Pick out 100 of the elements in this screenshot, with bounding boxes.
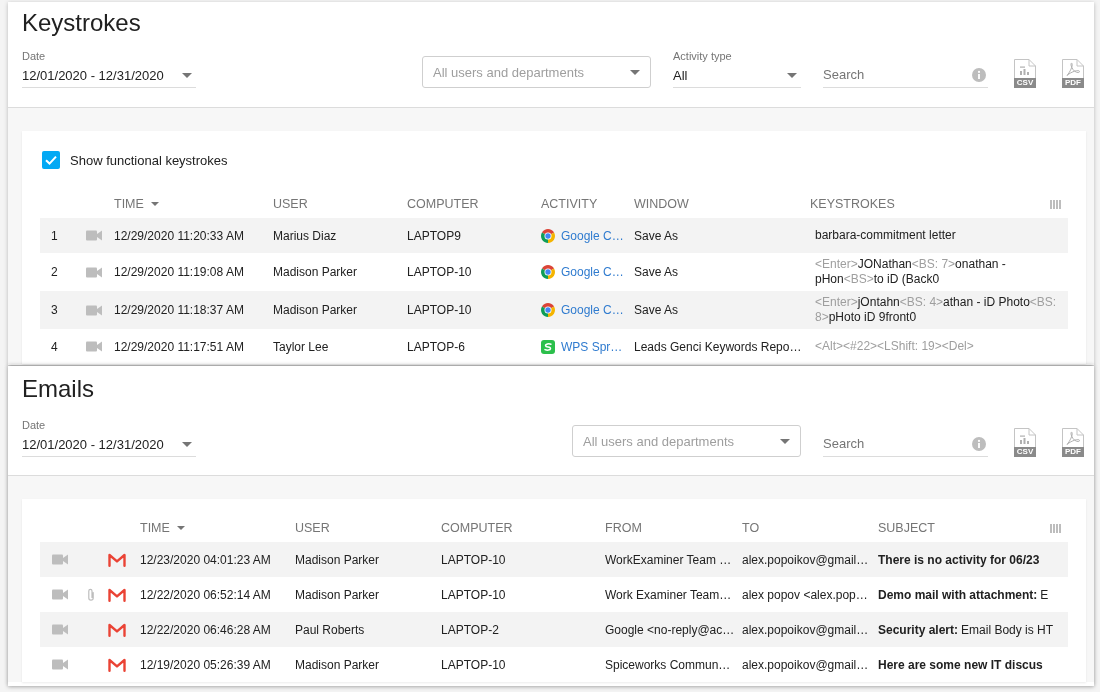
export-button[interactable]: PDF — [1062, 428, 1084, 457]
section-title: Keystrokes — [22, 8, 141, 38]
time-cell-text: 12/29/2020 11:18:37 AM — [113, 303, 245, 317]
sort-caret-icon — [150, 202, 159, 206]
export-button[interactable]: CSV — [1014, 428, 1036, 457]
row-number: 3 — [50, 303, 59, 317]
window-cell-text: Save As — [633, 228, 680, 243]
caret-down-icon — [780, 438, 790, 444]
video-camera-icon[interactable] — [86, 230, 102, 241]
keystrokes-cell-text: <Alt><#22><LShift: 19><Del> — [814, 338, 975, 355]
row-number: 4 — [50, 339, 59, 354]
column-header[interactable]: TIME — [136, 521, 291, 535]
video-camera-icon[interactable] — [86, 266, 102, 278]
column-header[interactable]: TO — [738, 521, 874, 535]
user-cell-text: Marius Diaz — [272, 228, 338, 243]
column-header[interactable]: FROM — [601, 521, 738, 535]
from-cell-text: Spiceworks Commun… — [604, 657, 732, 672]
document-icon — [1014, 428, 1036, 447]
computer-cell-text: LAPTOP-10 — [440, 552, 507, 567]
column-header[interactable]: COMPUTER — [403, 197, 537, 211]
column-header[interactable]: COMPUTER — [437, 521, 601, 535]
column-header[interactable]: USER — [291, 521, 437, 535]
browser-icon — [541, 265, 555, 279]
user-cell-text: Madison Parker — [294, 587, 381, 602]
time-cell-text: 12/29/2020 11:20:33 AM — [113, 228, 245, 243]
time-cell-text: 12/22/2020 06:46:28 AM — [139, 622, 272, 637]
video-camera-icon[interactable] — [86, 304, 102, 316]
subject-cell-text: Here are some new IT discus — [877, 657, 1044, 672]
video-camera-icon[interactable] — [52, 554, 68, 565]
user-cell-text: Madison Parker — [272, 265, 359, 279]
spreadsheet-icon — [541, 339, 555, 354]
mail-icon — [108, 552, 126, 567]
info-icon[interactable] — [972, 68, 986, 82]
subject-cell-text: Demo mail with attachment: E — [877, 587, 1050, 602]
subject-cell-text: Security alert: Email Body is HT — [877, 622, 1055, 637]
time-cell-text: 12/23/2020 04:01:23 AM — [139, 552, 272, 567]
browser-icon — [541, 228, 555, 243]
time-cell-text: 12/29/2020 11:17:51 AM — [113, 339, 245, 354]
keystrokes-cell-text: <Enter>jOntahn<BS: 4>athan - iD Photo<BS: 8>pHoto iD 9front0 — [814, 294, 1058, 326]
users-dropdown[interactable]: All users and departments — [422, 56, 651, 88]
window-cell-text: Save As — [633, 265, 680, 279]
computer-cell-text: LAPTOP-2 — [440, 622, 500, 637]
user-cell-text: Madison Parker — [294, 552, 381, 567]
app-link[interactable]: Google C… — [561, 303, 624, 317]
mail-icon — [108, 657, 126, 672]
row-number: 2 — [50, 265, 59, 279]
video-camera-icon[interactable] — [52, 589, 68, 600]
keystrokes-cell-text: <Enter>JONathan<BS: 7>onathan - pHon<BS>to iD (Back0 — [814, 256, 1007, 288]
time-cell-text: 12/29/2020 11:19:08 AM — [113, 265, 245, 279]
users-dropdown[interactable]: All users and departments — [572, 425, 801, 457]
export-button[interactable]: CSV — [1014, 59, 1036, 88]
computer-cell-text: LAPTOP-10 — [406, 303, 473, 317]
column-header[interactable]: TIME — [110, 197, 269, 211]
to-cell-text: alex.popoikov@gmail… — [741, 657, 870, 672]
computer-cell-text: LAPTOP-10 — [440, 657, 507, 672]
computer-cell-text: LAPTOP9 — [406, 228, 462, 243]
from-cell-text: WorkExaminer Team … — [604, 552, 733, 567]
export-button[interactable]: PDF — [1062, 59, 1084, 88]
info-icon[interactable] — [972, 437, 986, 451]
computer-cell-text: LAPTOP-6 — [406, 339, 466, 354]
date-range-field[interactable]: Date 12/01/2020 - 12/31/2020 — [22, 418, 196, 457]
column-header[interactable]: SUBJECT — [874, 521, 1050, 535]
column-chooser-icon[interactable] — [1050, 523, 1061, 533]
row-number: 1 — [50, 228, 59, 243]
user-cell-text: Taylor Lee — [272, 339, 330, 354]
time-cell-text: 12/19/2020 05:26:39 AM — [139, 657, 272, 672]
app-link[interactable]: Google C… — [561, 228, 624, 243]
caret-down-icon — [182, 72, 192, 78]
section-title: Emails — [22, 374, 94, 404]
time-cell-text: 12/22/2020 06:52:14 AM — [139, 587, 272, 602]
caret-down-icon — [787, 72, 797, 78]
caret-down-icon — [630, 69, 640, 75]
from-cell-text: Work Examiner Team… — [604, 587, 733, 602]
document-icon — [1062, 428, 1084, 447]
video-camera-icon[interactable] — [86, 341, 102, 352]
app-link[interactable]: Google C… — [561, 265, 624, 279]
app-link[interactable]: WPS Spr… — [561, 339, 623, 354]
column-header[interactable]: WINDOW — [630, 197, 806, 211]
video-camera-icon[interactable] — [52, 624, 68, 635]
document-icon — [1062, 59, 1084, 78]
date-range-field[interactable]: Date 12/01/2020 - 12/31/2020 — [22, 49, 196, 88]
to-cell-text: alex popov <alex.pop… — [741, 587, 869, 602]
computer-cell-text: LAPTOP-10 — [406, 265, 473, 279]
mail-icon — [108, 587, 126, 602]
column-header[interactable]: KEYSTROKES — [806, 197, 1050, 211]
user-cell-text: Paul Roberts — [294, 622, 366, 637]
column-header[interactable]: ACTIVITY — [537, 197, 630, 211]
window-cell-text: Save As — [633, 303, 680, 317]
browser-icon — [541, 303, 555, 317]
sort-caret-icon — [176, 526, 185, 530]
caret-down-icon — [182, 441, 192, 447]
subject-cell-text: There is no activity for 06/23 — [877, 552, 1041, 567]
user-cell-text: Madison Parker — [272, 303, 359, 317]
video-camera-icon[interactable] — [52, 659, 68, 670]
checkbox[interactable] — [42, 151, 60, 169]
column-header[interactable]: USER — [269, 197, 403, 211]
from-cell-text: Google <no-reply@ac… — [604, 622, 736, 637]
select-field[interactable]: Activity type All — [673, 49, 801, 88]
column-chooser-icon[interactable] — [1050, 199, 1061, 209]
computer-cell-text: LAPTOP-10 — [440, 587, 507, 602]
